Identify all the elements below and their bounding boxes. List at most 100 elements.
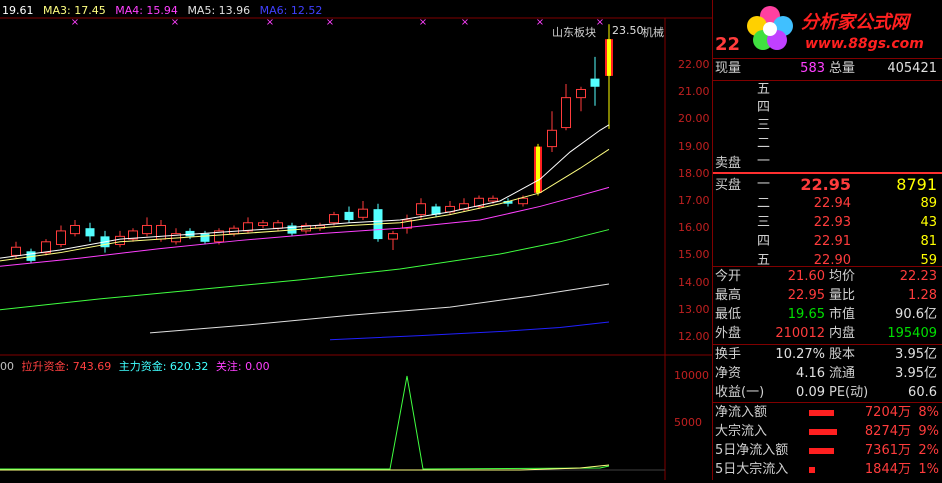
candle[interactable] — [70, 220, 80, 237]
stat-value: 1.28 — [908, 288, 937, 303]
candle[interactable] — [142, 217, 152, 237]
candle[interactable] — [171, 228, 181, 245]
stat-value: 19.65 — [787, 307, 825, 322]
buy-level-price: 22.94 — [813, 196, 851, 211]
candle[interactable] — [315, 222, 325, 231]
buy-level-name: 二 — [757, 196, 771, 211]
fundamental-row: 收益(一) 0.09 PE(动) 60.6 — [713, 383, 942, 403]
fundamental-value: 0.09 — [796, 385, 825, 400]
sell-level-row[interactable]: 三 — [713, 117, 942, 135]
sell-level-name: 一 — [757, 154, 771, 169]
stat-row: 今开 21.60 均价 22.23 — [713, 267, 942, 287]
chart-canvas[interactable]: × × × × × × × × — [0, 0, 712, 480]
buy-level-row[interactable]: 三 22.93 43 — [713, 213, 942, 233]
candle[interactable] — [576, 86, 586, 112]
candle[interactable] — [431, 203, 441, 218]
buy-level-price: 22.91 — [813, 234, 851, 249]
ma5-line — [149, 283, 610, 334]
flow-row: 5日净流入额 7361万 2% — [713, 441, 942, 461]
candle[interactable] — [373, 203, 383, 242]
indicator-prefix: 00 — [0, 360, 14, 373]
stat-label: 今开 — [715, 269, 742, 284]
signal-marker: × — [536, 17, 544, 28]
board-tag[interactable]: 山东板块 — [552, 24, 596, 40]
candle[interactable] — [402, 214, 412, 234]
sell-level-name: 五 — [757, 82, 771, 97]
sell-level-row[interactable]: 四 — [713, 99, 942, 117]
stat-label: 最高 — [715, 288, 742, 303]
flow-value: 1844万 — [864, 462, 911, 477]
flow-pct: 8% — [918, 405, 939, 420]
fundamental-value: 60.6 — [908, 385, 937, 400]
stat-value: 22.95 — [787, 288, 825, 303]
sell-level-row[interactable]: 一 — [713, 153, 942, 171]
current-price: 22 — [715, 34, 741, 55]
stat-value: 195409 — [887, 326, 937, 341]
stat-row: 最高 22.95 量比 1.28 — [713, 286, 942, 306]
flow-bar — [809, 429, 837, 435]
logo-flower-icon — [743, 2, 797, 54]
fundamental-label: 收益(一) — [715, 385, 765, 400]
fundamental-value: 3.95亿 — [895, 347, 937, 362]
candle[interactable] — [258, 220, 268, 229]
flow-bar — [809, 448, 834, 454]
logo-url[interactable]: www.88gs.com — [805, 36, 924, 52]
candle[interactable] — [41, 239, 51, 256]
flow-value: 7361万 — [864, 443, 911, 458]
candle[interactable] — [590, 56, 600, 106]
stat-row: 外盘 210012 内盘 195409 — [713, 324, 942, 344]
candle[interactable] — [547, 111, 557, 153]
buy-level-price: 22.95 — [800, 175, 851, 194]
kline-chart[interactable]: × × × × × × × × 19.61 MA3: 17.45 MA4: 15.94 MA5… — [0, 0, 712, 480]
sell-level-name: 三 — [757, 118, 771, 133]
buy-level-price: 22.93 — [813, 215, 851, 230]
candle[interactable] — [534, 143, 542, 196]
ma-first-value: 19.61 — [2, 4, 34, 17]
ma5-value: MA5: 13.96 — [187, 4, 251, 17]
fundamental-label: 流通 — [829, 366, 856, 381]
indicator-tick: 5000 — [674, 416, 702, 429]
fundamental-label: 换手 — [715, 347, 742, 362]
sell-level-row[interactable]: 二 — [713, 135, 942, 153]
price-tick: 18.00 — [678, 166, 710, 180]
zhuli-zijin-line — [0, 375, 610, 470]
candle[interactable] — [128, 228, 138, 242]
candle[interactable] — [56, 225, 66, 248]
ma-legend: 19.61 MA3: 17.45 MA4: 15.94 MA5: 13.96 M… — [2, 4, 328, 17]
price-tick: 12.00 — [678, 330, 710, 343]
sell-level-row[interactable]: 五 — [713, 81, 942, 99]
buy-level-row[interactable]: 四 22.91 81 — [713, 232, 942, 252]
buy-level-volume: 43 — [920, 215, 937, 230]
flow-pct: 1% — [918, 462, 939, 477]
fundamental-label: 股本 — [829, 347, 856, 362]
flow-row: 大宗流入 8274万 9% — [713, 422, 942, 442]
candle[interactable] — [243, 217, 253, 234]
candle[interactable] — [85, 222, 95, 242]
candle[interactable] — [273, 220, 283, 231]
flow-label: 5日净流入额 — [715, 443, 789, 458]
signal-marker: × — [596, 17, 604, 28]
price-tick: 19.00 — [678, 139, 710, 153]
price-tick: 16.00 — [678, 221, 710, 235]
buy-level-volume: 81 — [920, 234, 937, 249]
flow-label: 5日大宗流入 — [715, 462, 789, 477]
fundamental-row: 净资 4.16 流通 3.95亿 — [713, 364, 942, 384]
candle[interactable] — [605, 24, 613, 129]
buy-level-row[interactable]: 一 22.95 8791 — [713, 175, 942, 195]
candle[interactable] — [561, 84, 571, 131]
fundamental-row: 换手 10.27% 股本 3.95亿 — [713, 345, 942, 365]
stat-value: 21.60 — [787, 269, 825, 284]
xianliang-value: 583 — [800, 61, 825, 76]
candle[interactable] — [358, 201, 368, 221]
buy-level-row[interactable]: 二 22.94 89 — [713, 194, 942, 214]
ma1-line — [0, 124, 610, 259]
signal-marker: × — [419, 17, 427, 28]
flow-label: 净流入额 — [715, 405, 768, 420]
flow-pct: 9% — [918, 424, 939, 439]
mech-tag[interactable]: 机械 — [642, 24, 664, 40]
stat-value: 22.23 — [899, 269, 937, 284]
indicator-legend: 00 拉升资金: 743.69 主力资金: 620.32 关注: 0.00 — [0, 358, 274, 374]
candle[interactable] — [388, 230, 398, 250]
candle[interactable] — [344, 206, 354, 223]
stat-label: 市值 — [829, 307, 856, 322]
